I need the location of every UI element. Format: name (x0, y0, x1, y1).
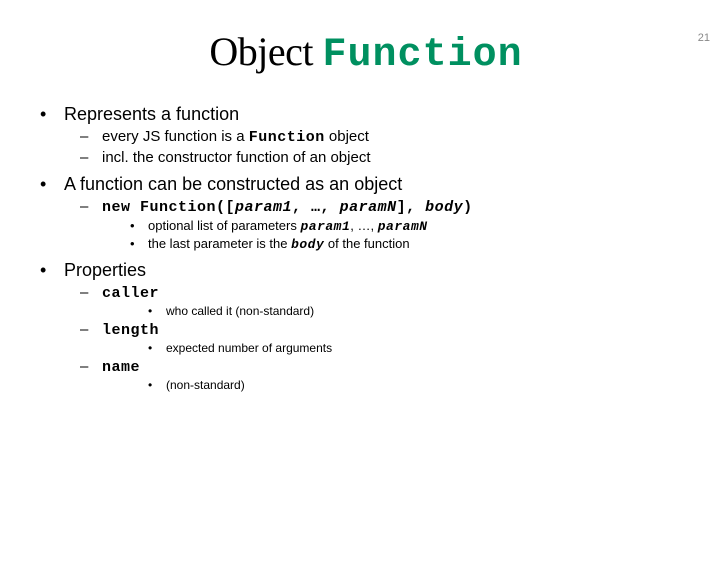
bullet-constructed: •A function can be constructed as an obj… (40, 174, 692, 195)
bullet-text: Represents a function (64, 104, 239, 124)
code: ], (397, 199, 426, 216)
text: who called it (non-standard) (166, 304, 314, 318)
prop-name: name (102, 359, 140, 376)
slide-title: Object Function (40, 28, 692, 78)
title-code: Function (323, 33, 523, 78)
param: body (425, 199, 463, 216)
text: , …, (350, 218, 377, 233)
param: param1 (235, 199, 292, 216)
bullet-text: A function can be constructed as an obje… (64, 174, 402, 194)
code: , …, (292, 199, 340, 216)
text: (non-standard) (166, 378, 245, 392)
bullet-represents: •Represents a function (40, 104, 692, 125)
text: optional list of parameters (148, 218, 300, 233)
subsub-optional-params: •optional list of parameters param1, …, … (130, 218, 692, 234)
text: expected number of arguments (166, 341, 332, 355)
prop-name: length (102, 322, 159, 339)
code-function: Function (249, 129, 325, 146)
text: the last parameter is the (148, 236, 291, 251)
text: every JS function is a (102, 128, 249, 145)
subsub-last-param: •the last parameter is the body of the f… (130, 236, 692, 252)
code: new Function([ (102, 199, 235, 216)
prop-caller: –caller (80, 284, 692, 302)
prop-length: –length (80, 321, 692, 339)
sub-new-function: –new Function([param1, …, paramN], body) (80, 198, 692, 216)
bullet-text: Properties (64, 260, 146, 280)
text: incl. the constructor function of an obj… (102, 149, 370, 166)
text: object (325, 128, 369, 145)
slide-number: 21 (698, 32, 710, 44)
param: paramN (340, 199, 397, 216)
code: ) (463, 199, 473, 216)
title-plain: Object (209, 29, 322, 74)
text: of the function (324, 236, 409, 251)
param: body (291, 237, 324, 252)
sub-constructor: –incl. the constructor function of an ob… (80, 149, 692, 166)
bullet-properties: •Properties (40, 260, 692, 281)
prop-name-item: –name (80, 358, 692, 376)
prop-length-desc: •expected number of arguments (148, 341, 692, 355)
prop-name: caller (102, 285, 159, 302)
param: param1 (300, 219, 350, 234)
prop-name-desc: •(non-standard) (148, 378, 692, 392)
sub-js-function: –every JS function is a Function object (80, 128, 692, 146)
param: paramN (378, 219, 428, 234)
prop-caller-desc: •who called it (non-standard) (148, 304, 692, 318)
